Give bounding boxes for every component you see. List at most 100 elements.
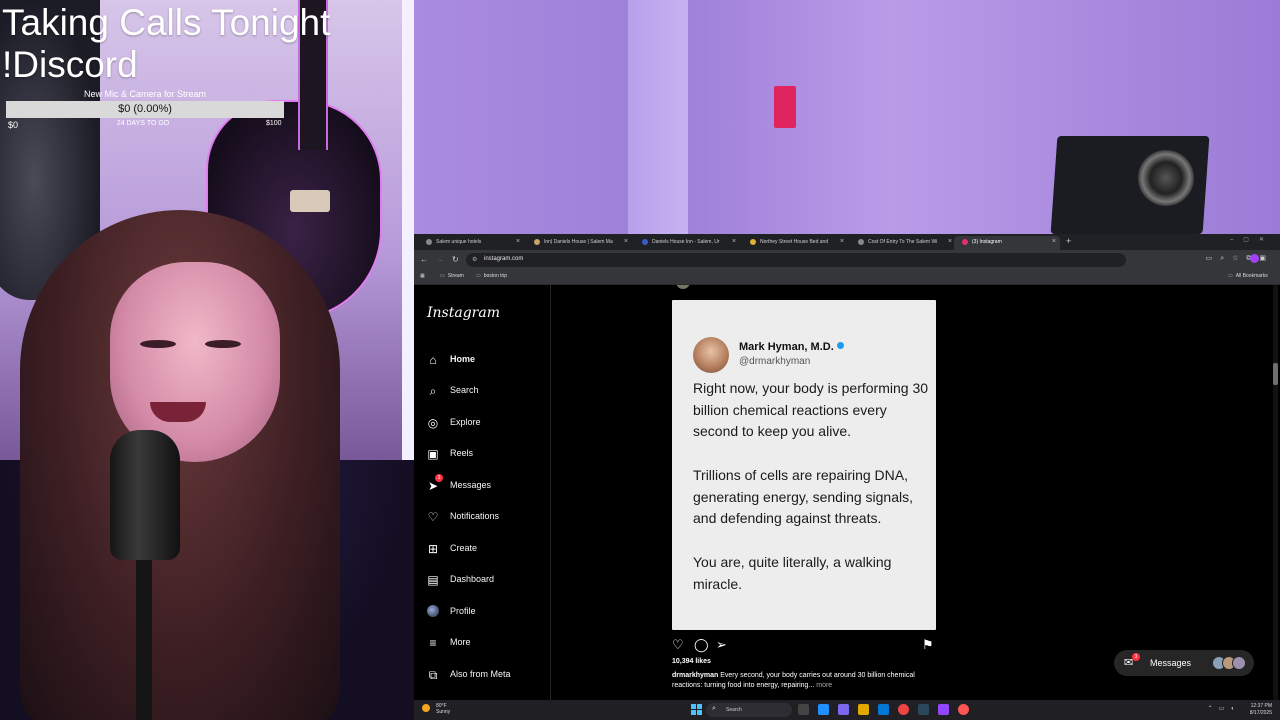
nav-explore[interactable]: ◎ Explore [426,414,546,436]
search-icon: ⌕ [429,384,437,398]
teams-icon[interactable] [838,704,849,715]
messages-floating-button[interactable]: ✉ 3 Messages [1114,650,1254,676]
bookmark-boston-trip[interactable]: ▭ boston trip [476,273,507,279]
tab-label: Daniels House Inn - Salem, Ur [652,239,720,245]
verified-badge-icon [836,342,844,349]
nav-label: Notifications [450,511,500,521]
goal-name: New Mic & Camera for Stream [83,89,207,99]
globe-icon [426,239,432,245]
edge-icon[interactable] [818,704,829,715]
weather-desc: Sunny [436,709,451,715]
obs-icon[interactable] [938,704,949,715]
profile-picture [427,605,439,617]
like-heart-icon[interactable]: ♡ [672,637,684,653]
tab-label: Salem unique hotels [436,239,482,245]
share-icon[interactable]: ➢ [716,637,727,653]
chrome-profile-icon[interactable] [958,704,969,715]
new-tab-button[interactable]: + [1066,236,1071,246]
taskbar-clock[interactable]: 12:37 PM 8/17/2025 [1250,703,1272,717]
steam-icon[interactable] [918,704,929,715]
tweet-paragraph: You are, quite literally, a walking mira… [693,554,892,592]
folder-icon: ▭ [440,273,445,279]
close-icon[interactable]: × [624,236,628,248]
taskbar-search-label: Search [726,707,742,713]
instagram-logo[interactable]: Instagram [427,305,500,321]
nav-more[interactable]: ≡ More [426,634,546,656]
system-tray-icons[interactable]: ⌃▭◖ [1208,705,1240,712]
nav-profile[interactable]: Profile [426,603,546,625]
tab-daniels-house[interactable]: Inn| Daniels House | Salem Ma × [526,236,632,250]
close-icon[interactable]: × [732,236,736,248]
mail-icon[interactable] [878,704,889,715]
nav-notifications[interactable]: ♡ Notifications [426,508,546,530]
tweet-author-name: Mark Hyman, M.D. [739,341,844,353]
nav-dashboard[interactable]: ▤ Dashboard [426,571,546,593]
close-icon[interactable]: × [1052,236,1056,248]
sun-icon [422,704,430,712]
taskbar-search[interactable]: ⌕ Search [706,703,792,717]
forward-icon[interactable]: → [436,255,444,264]
browser-window: Salem unique hotels × Inn| Daniels House… [414,234,1280,720]
address-bar[interactable]: ⚙ instagram.com [466,253,1126,267]
close-icon[interactable]: × [516,236,520,248]
tweet-author-handle: @drmarkhyman [739,356,811,367]
folder-icon: ▭ [1228,273,1233,279]
profile-avatar-icon[interactable] [1250,254,1259,263]
streamer-eye [205,340,241,348]
tab-label: Inn| Daniels House | Salem Ma [544,239,613,245]
goal-max-label: $100 [266,120,282,127]
reels-icon: ▣ [427,447,439,461]
toolbar-extension-icons[interactable]: ▭⌕☆⧉▣ [1206,254,1274,263]
webcam-feed: Taking Calls Tonight !Discord New Mic & … [0,0,414,720]
tweet-paragraph: Trillions of cells are repairing DNA, ge… [693,467,914,527]
reload-icon[interactable]: ↻ [452,255,459,264]
nav-search[interactable]: ⌕ Search [426,382,546,404]
bookmark-save-icon[interactable]: ⚑ [922,637,934,653]
messages-label: Messages [1150,658,1192,668]
tab-cost-of-entry[interactable]: Cost Of Entry To The Salem Wi × [850,236,956,250]
close-icon[interactable]: × [840,236,844,248]
bookmark-stream[interactable]: ▭ Stream [440,273,464,279]
task-view-icon[interactable] [798,704,809,715]
tab-northey-street[interactable]: Northey Street House Bed and × [742,236,848,250]
room-background [414,0,1280,234]
windows-start-icon[interactable] [691,704,702,715]
window-controls[interactable]: –▢✕ [1230,236,1274,243]
nav-messages[interactable]: ➤ 3 Messages [426,474,546,499]
nav-home[interactable]: ⌂ Home [426,351,546,373]
tab-daniels-house-inn[interactable]: Daniels House Inn - Salem, Ur × [634,236,740,250]
instagram-page: Instagram ⌂ Home ⌕ Search ◎ Explore ▣ Re… [414,285,1280,700]
guitar-pickup-image [290,190,330,212]
folder-icon: ▭ [476,273,481,279]
tweet-author-avatar [693,337,729,373]
post-image[interactable]: Mark Hyman, M.D. @drmarkhyman Right now,… [672,300,936,630]
comment-icon[interactable]: ◯ [694,637,709,653]
post-author-avatar[interactable] [676,285,690,289]
goal-min-label: $0 [8,120,19,130]
browser-toolbar: ← → ↻ ⚙ instagram.com ▭⌕☆⧉▣ [414,250,1280,270]
tab-instagram[interactable]: (3) Instagram × [954,236,1060,250]
nav-label: Explore [450,417,481,427]
site-info-icon[interactable]: ⚙ [472,256,477,263]
close-icon[interactable]: × [948,236,952,248]
nav-create[interactable]: ⊞ Create [426,540,546,562]
favicon-icon [750,239,756,245]
favicon-icon [642,239,648,245]
file-explorer-icon[interactable] [858,704,869,715]
goal-progress-bar: $0 (0.00%) [6,101,284,118]
nav-reels[interactable]: ▣ Reels [426,445,546,467]
all-bookmarks[interactable]: ▭ All Bookmarks [1228,273,1268,279]
caption-more-link[interactable]: more [814,682,832,689]
compass-icon: ◎ [427,416,439,430]
tab-salem-hotels[interactable]: Salem unique hotels × [418,236,524,250]
caption-username[interactable]: drmarkhyman [672,672,718,679]
page-scrollbar[interactable] [1273,285,1278,700]
chrome-icon[interactable] [898,704,909,715]
nav-also-from-meta[interactable]: ⧉ Also from Meta [426,666,546,688]
likes-count[interactable]: 10,394 likes [672,658,711,665]
clock-time: 12:37 PM [1250,703,1272,709]
scrollbar-thumb[interactable] [1273,363,1278,385]
back-icon[interactable]: ← [420,255,428,264]
messages-badge: 3 [1132,653,1140,661]
apps-icon[interactable]: ▦ [420,273,425,279]
